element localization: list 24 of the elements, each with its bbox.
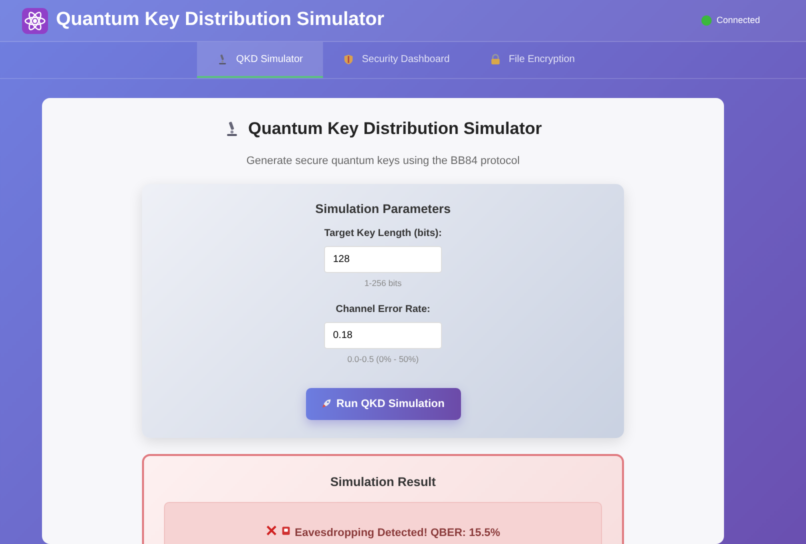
- page-heading: Quantum Key Distribution Simulator: [248, 118, 542, 140]
- page-subtitle: Generate secure quantum keys using the BB84 protocol: [246, 154, 520, 166]
- nav-tab[interactable]: Security Dashboard: [322, 42, 470, 78]
- field-label: Channel Error Rate:: [336, 303, 430, 317]
- app-title: Quantum Key Distribution Simulator: [56, 8, 384, 32]
- microscope-icon: [217, 54, 228, 64]
- input-field[interactable]: 128: [324, 246, 442, 274]
- alarm-icon: [280, 524, 291, 536]
- result-message: Eavesdropping Detected! QBER: 15.5%: [294, 526, 500, 541]
- field-hint: 1-256 bits: [364, 277, 402, 290]
- section-title: Simulation Parameters: [315, 200, 451, 218]
- atom-icon: [22, 8, 48, 34]
- rocket-icon: [321, 398, 332, 410]
- cross-icon: [266, 524, 277, 536]
- shield-icon: [342, 54, 354, 64]
- input-field[interactable]: 0.18: [324, 322, 442, 349]
- run-simulation-button[interactable]: Run QKD Simulation: [306, 388, 460, 420]
- lock-icon: [490, 54, 501, 64]
- nav-tab[interactable]: File Encryption: [470, 42, 595, 78]
- nav-tab[interactable]: QKD Simulator: [197, 42, 323, 78]
- field-label: Target Key Length (bits):: [324, 227, 442, 242]
- status-label: Connected: [716, 14, 760, 27]
- field-hint: 0.0-0.5 (0% - 50%): [347, 353, 419, 366]
- section-title: Simulation Result: [330, 474, 436, 489]
